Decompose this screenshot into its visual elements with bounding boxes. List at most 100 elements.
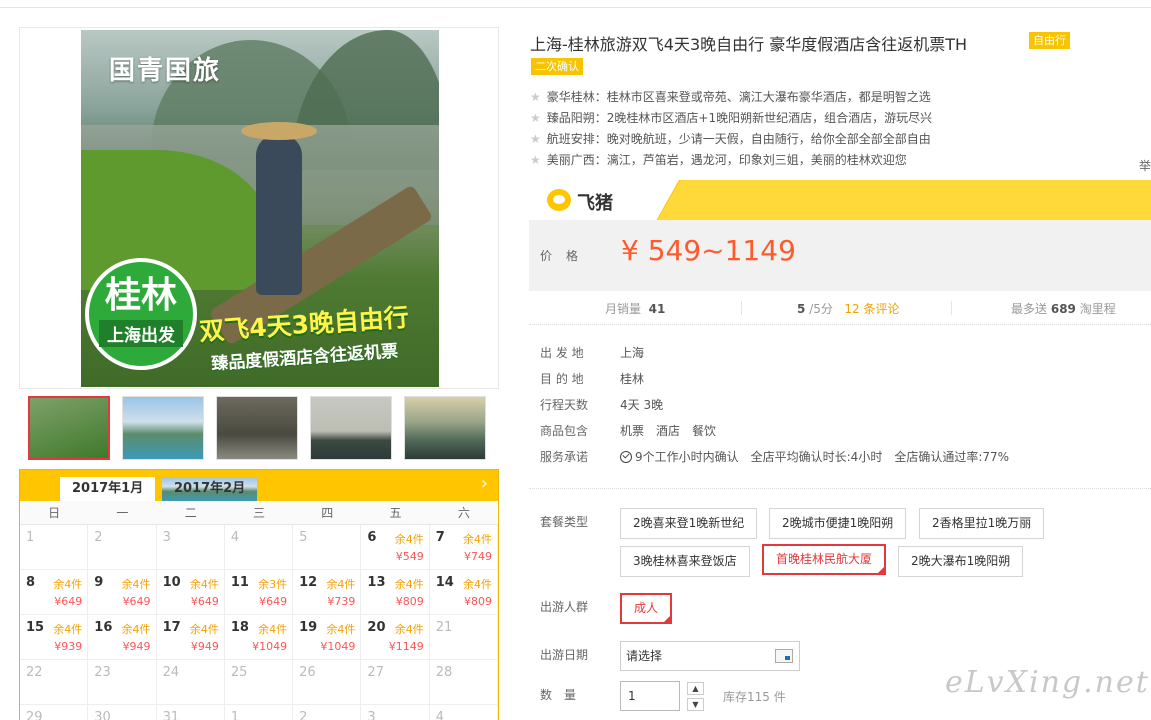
star-icon: ★ (530, 153, 541, 167)
day-stock: 余4件 (326, 578, 356, 591)
day-stock: 余4件 (53, 623, 83, 636)
day-price: ¥809 (463, 595, 492, 608)
calendar-day: 25 (224, 660, 294, 705)
package-option-3[interactable]: 2香格里拉1晚万丽 (919, 508, 1045, 539)
feature-item: ★ 美丽广西：漓江，芦笛岩，遇龙河，印象刘三姐，美丽的桂林欢迎您 (530, 153, 907, 167)
destination-badge: 桂林 上海出发 (85, 258, 197, 370)
calendar-day: 21 (429, 615, 498, 660)
calendar-day: 24 (156, 660, 225, 705)
day-stock: 余4件 (189, 623, 219, 636)
feature-item: ★ 豪华桂林：桂林市区喜来登或帝苑、漓江大瀑布豪华酒店，都是明智之选 (530, 90, 931, 104)
calendar-day[interactable]: 14 余4件 ¥809 (429, 570, 498, 615)
day-stock: 余4件 (189, 578, 219, 591)
check-circle-icon (620, 451, 632, 463)
thumbnail-4[interactable] (310, 396, 392, 460)
day-price: ¥809 (395, 595, 424, 608)
feature-item: ★ 航班安排：晚对晚航班，少请一天假，自由随行，给你全部全部全部自由 (530, 132, 931, 146)
travel-date-picker[interactable]: 请选择 (620, 641, 800, 671)
quantity-increase-button[interactable]: ▲ (687, 682, 704, 695)
quantity-input[interactable]: 1 (620, 681, 680, 711)
product-title: 上海-桂林旅游双飞4天3晚自由行 豪华度假酒店含往返机票TH (530, 35, 968, 54)
calendar-day[interactable]: 13 余4件 ¥809 (361, 570, 430, 615)
main-product-image[interactable]: 国青国旅 桂林 上海出发 双飞4天3晚自由行 臻品度假酒店含往返机票 (81, 30, 439, 387)
package-option-5[interactable]: 首晚桂林民航大厦 (762, 544, 887, 575)
calendar-day: 31 (157, 705, 225, 720)
day-stock: 余4件 (394, 623, 424, 636)
day-stock: 余3件 (258, 578, 288, 591)
day-stock: 余4件 (258, 623, 288, 636)
calendar-day[interactable]: 20 余4件 ¥1149 (361, 615, 430, 660)
day-stock: 余4件 (462, 533, 492, 546)
feature-list: ★ 豪华桂林：桂林市区喜来登或帝苑、漓江大瀑布豪华酒店，都是明智之选 ★ 臻品阳朔：… (530, 89, 932, 173)
tab-jan[interactable]: 2017年1月 (60, 477, 156, 501)
calendar-day[interactable]: 6 余4件 ¥549 (361, 525, 430, 570)
price-label: 价格 (540, 249, 593, 263)
day-price: ¥939 (54, 640, 83, 653)
day-price: ¥649 (259, 595, 288, 608)
day-stock: 余4件 (53, 578, 83, 591)
reviews-link[interactable]: 12 条评论 (844, 302, 899, 316)
fisherman-figure (256, 135, 302, 295)
calendar-grid: 1 2 3 4 5 6 余4件 ¥549 7 余4件 ¥749 8 余4件 ¥649 9 余4件 ¥649 10 余… (20, 525, 498, 720)
info-days: 行程天数 4天 3晚 (540, 398, 664, 412)
package-option-4[interactable]: 3晚桂林喜来登饭店 (620, 546, 750, 577)
day-price: ¥949 (190, 640, 219, 653)
calendar-day: 2 (88, 525, 157, 570)
tab-feb[interactable]: 2017年2月 (162, 477, 258, 501)
thumbnail-1[interactable] (28, 396, 110, 460)
calendar-day: 3 (156, 525, 225, 570)
points: 最多送 689 淘里程 (1011, 302, 1116, 316)
quantity-decrease-button[interactable]: ▼ (687, 698, 704, 711)
thumbnail-3[interactable] (216, 396, 298, 460)
feature-item: ★ 臻品阳朔：2晚桂林市区酒店+1晚阳朔新世纪酒店，组合酒店，游玩尽兴 (530, 111, 933, 125)
info-service: 服务承诺 9个工作小时内确认 全店平均确认时长:4小时 全店确认通过率:77% (540, 450, 1010, 464)
thumbnail-5[interactable] (404, 396, 486, 460)
calendar-day[interactable]: 12 余4件 ¥739 (293, 570, 362, 615)
day-price: ¥649 (190, 595, 219, 608)
stats-bar: 月销量 41 5 /5分 12 条评论 最多送 689 淘里程 (529, 291, 1151, 325)
calendar-day: 5 (293, 525, 362, 570)
calendar-day[interactable]: 16 余4件 ¥949 (88, 615, 157, 660)
confirm-badge: 二次确认 (531, 58, 583, 75)
calendar-day: 2 (293, 705, 362, 720)
star-icon: ★ (530, 90, 541, 104)
calendar-day[interactable]: 15 余4件 ¥939 (20, 615, 89, 660)
day-stock: 余4件 (121, 623, 151, 636)
calendar-day: 4 (430, 705, 498, 720)
fliggy-icon (547, 189, 571, 211)
package-option-6[interactable]: 2晚大瀑布1晚阳朔 (898, 546, 1024, 577)
info-departure: 出 发 地上海 (540, 346, 645, 360)
calendar-day[interactable]: 7 余4件 ¥749 (429, 525, 498, 570)
quantity-label: 数 量 (540, 688, 577, 702)
chevron-right-icon[interactable]: › (481, 473, 488, 494)
weekday-label: 六 (457, 506, 470, 520)
calendar-day: 22 (20, 660, 89, 705)
day-price: ¥949 (122, 640, 151, 653)
top-divider (0, 7, 1151, 8)
thumbnail-2[interactable] (122, 396, 204, 460)
day-price: ¥649 (122, 595, 151, 608)
calendar-day[interactable]: 11 余3件 ¥649 (224, 570, 294, 615)
weekday-label: 日 (48, 506, 61, 520)
package-option-2[interactable]: 2晚城市便捷1晚阳朔 (769, 508, 907, 539)
star-icon: ★ (530, 111, 541, 125)
calendar-day: 29 (20, 705, 89, 720)
report-link[interactable]: 举 (1139, 157, 1151, 174)
fliggy-logo: 飞猪 (529, 180, 679, 220)
crowd-option-adult[interactable]: 成人 (620, 593, 673, 624)
calendar-day[interactable]: 9 余4件 ¥649 (88, 570, 157, 615)
calendar-icon[interactable] (775, 649, 793, 663)
calendar-day[interactable]: 8 余4件 ¥649 (20, 570, 89, 615)
package-label: 套餐类型 (540, 515, 589, 529)
calendar-day[interactable]: 18 余4件 ¥1049 (224, 615, 294, 660)
fliggy-banner: 飞猪 (529, 180, 1151, 220)
calendar-day[interactable]: 19 余4件 ¥1049 (293, 615, 362, 660)
calendar-day[interactable]: 10 余4件 ¥649 (156, 570, 225, 615)
calendar-day: 3 (361, 705, 430, 720)
calendar-day[interactable]: 17 余4件 ¥949 (156, 615, 225, 660)
package-option-1[interactable]: 2晚喜来登1晚新世纪 (620, 508, 758, 539)
weekday-label: 四 (321, 506, 334, 520)
price-value: ¥ 549~1149 (621, 234, 796, 267)
day-stock: 余4件 (394, 533, 424, 546)
main-image-frame: 国青国旅 桂林 上海出发 双飞4天3晚自由行 臻品度假酒店含往返机票 (19, 27, 499, 389)
